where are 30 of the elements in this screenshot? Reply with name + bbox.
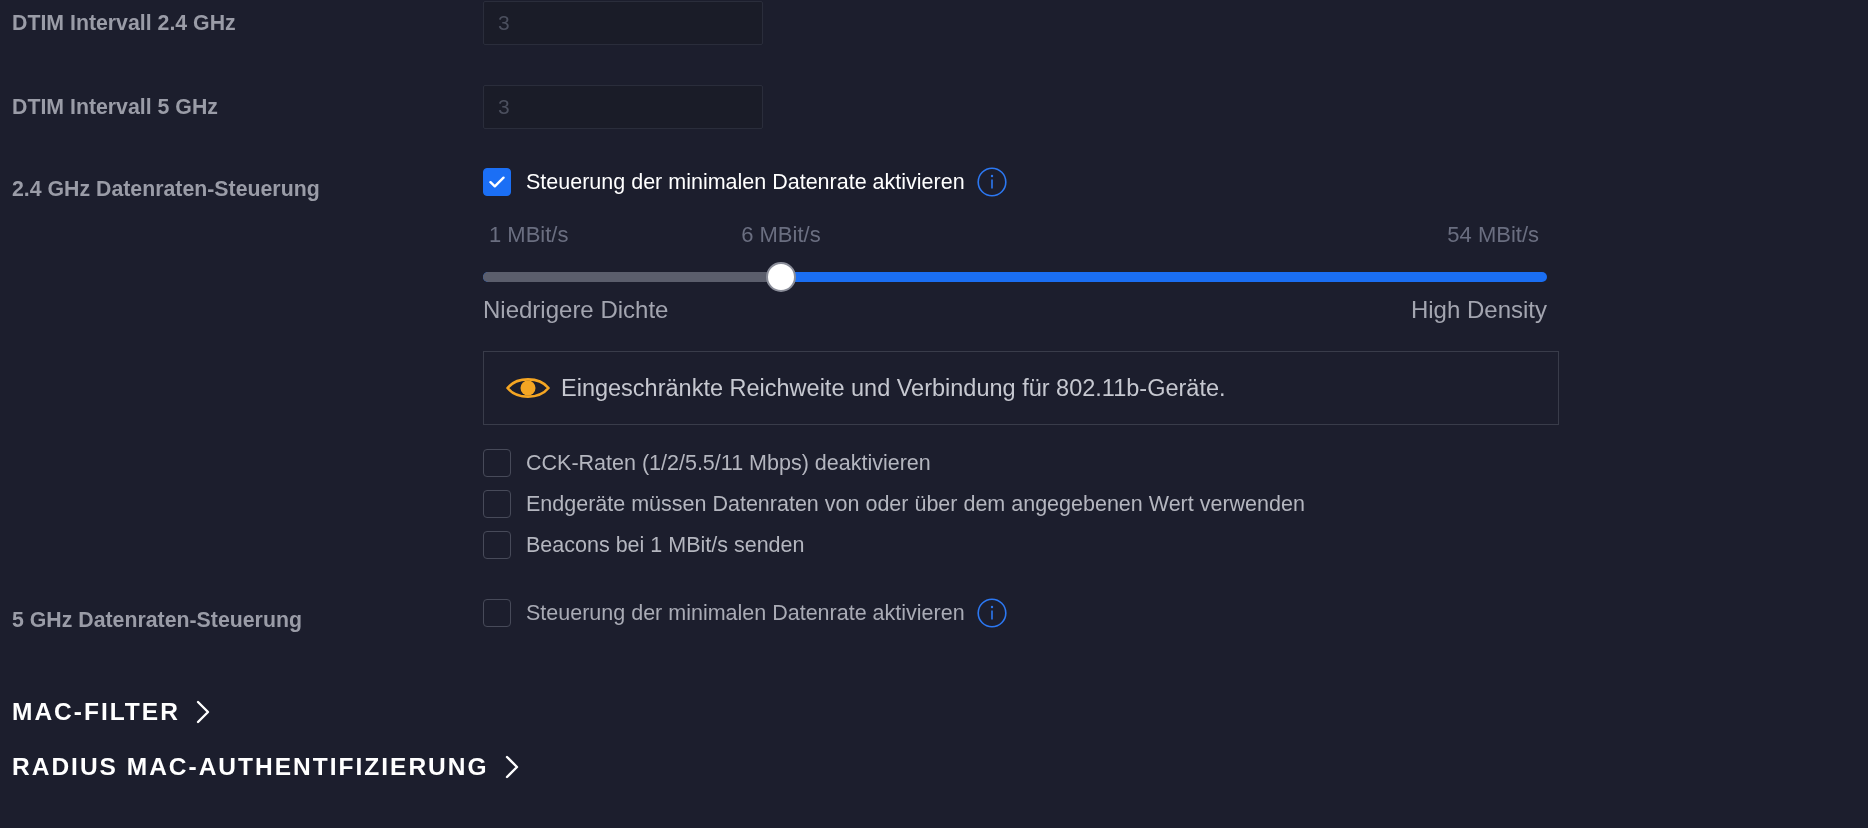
section-header[interactable]: RADIUS MAC-AUTHENTIFIZIERUNG	[12, 752, 519, 782]
slider-high-label: High Density	[1410, 296, 1547, 324]
section-header[interactable]: MAC-FILTER	[12, 697, 210, 727]
checkbox[interactable]	[483, 599, 511, 627]
slider-value-label: 6 MBit/s	[741, 222, 821, 248]
info-icon[interactable]	[976, 598, 1007, 628]
setting-label: 2.4 GHz Datenraten-Steuerung	[12, 176, 321, 203]
slider-max-label: 54 MBit/s	[1447, 222, 1539, 248]
checkbox-label[interactable]: Endgeräte müssen Datenraten von oder über dem angegebenen Wert verwenden	[526, 491, 1305, 517]
eye-icon	[505, 375, 551, 401]
field-label: DTIM Intervall 2.4 GHz	[12, 11, 237, 35]
slider-low-label: Niedrigere Dichte	[483, 296, 669, 324]
checkbox-label[interactable]: Steuerung der minimalen Datenrate aktivieren	[526, 169, 965, 195]
field-label: DTIM Intervall 5 GHz	[12, 95, 219, 119]
check-icon	[489, 176, 505, 188]
info-icon[interactable]	[976, 167, 1007, 197]
checkbox[interactable]	[483, 531, 511, 559]
checkbox[interactable]	[483, 168, 511, 196]
checkbox-label[interactable]: CCK-Raten (1/2/5.5/11 Mbps) deaktivieren	[526, 450, 931, 476]
setting-label: 5 GHz Datenraten-Steuerung	[12, 607, 303, 632]
checkbox-label[interactable]: Steuerung der minimalen Datenrate aktivieren	[526, 600, 965, 626]
checkbox[interactable]	[483, 449, 511, 477]
chevron-icon	[195, 700, 210, 724]
chevron-icon	[504, 755, 519, 779]
checkbox[interactable]	[483, 490, 511, 518]
slider-thumb[interactable]	[765, 262, 796, 292]
notice-text: Eingeschränkte Reichweite und Verbindung für 802.11b-Geräte.	[561, 374, 1226, 402]
slider-track[interactable]	[483, 262, 1547, 292]
slider-min-label: 1 MBit/s	[489, 222, 569, 248]
checkbox-label[interactable]: Beacons bei 1 MBit/s senden	[526, 532, 805, 558]
